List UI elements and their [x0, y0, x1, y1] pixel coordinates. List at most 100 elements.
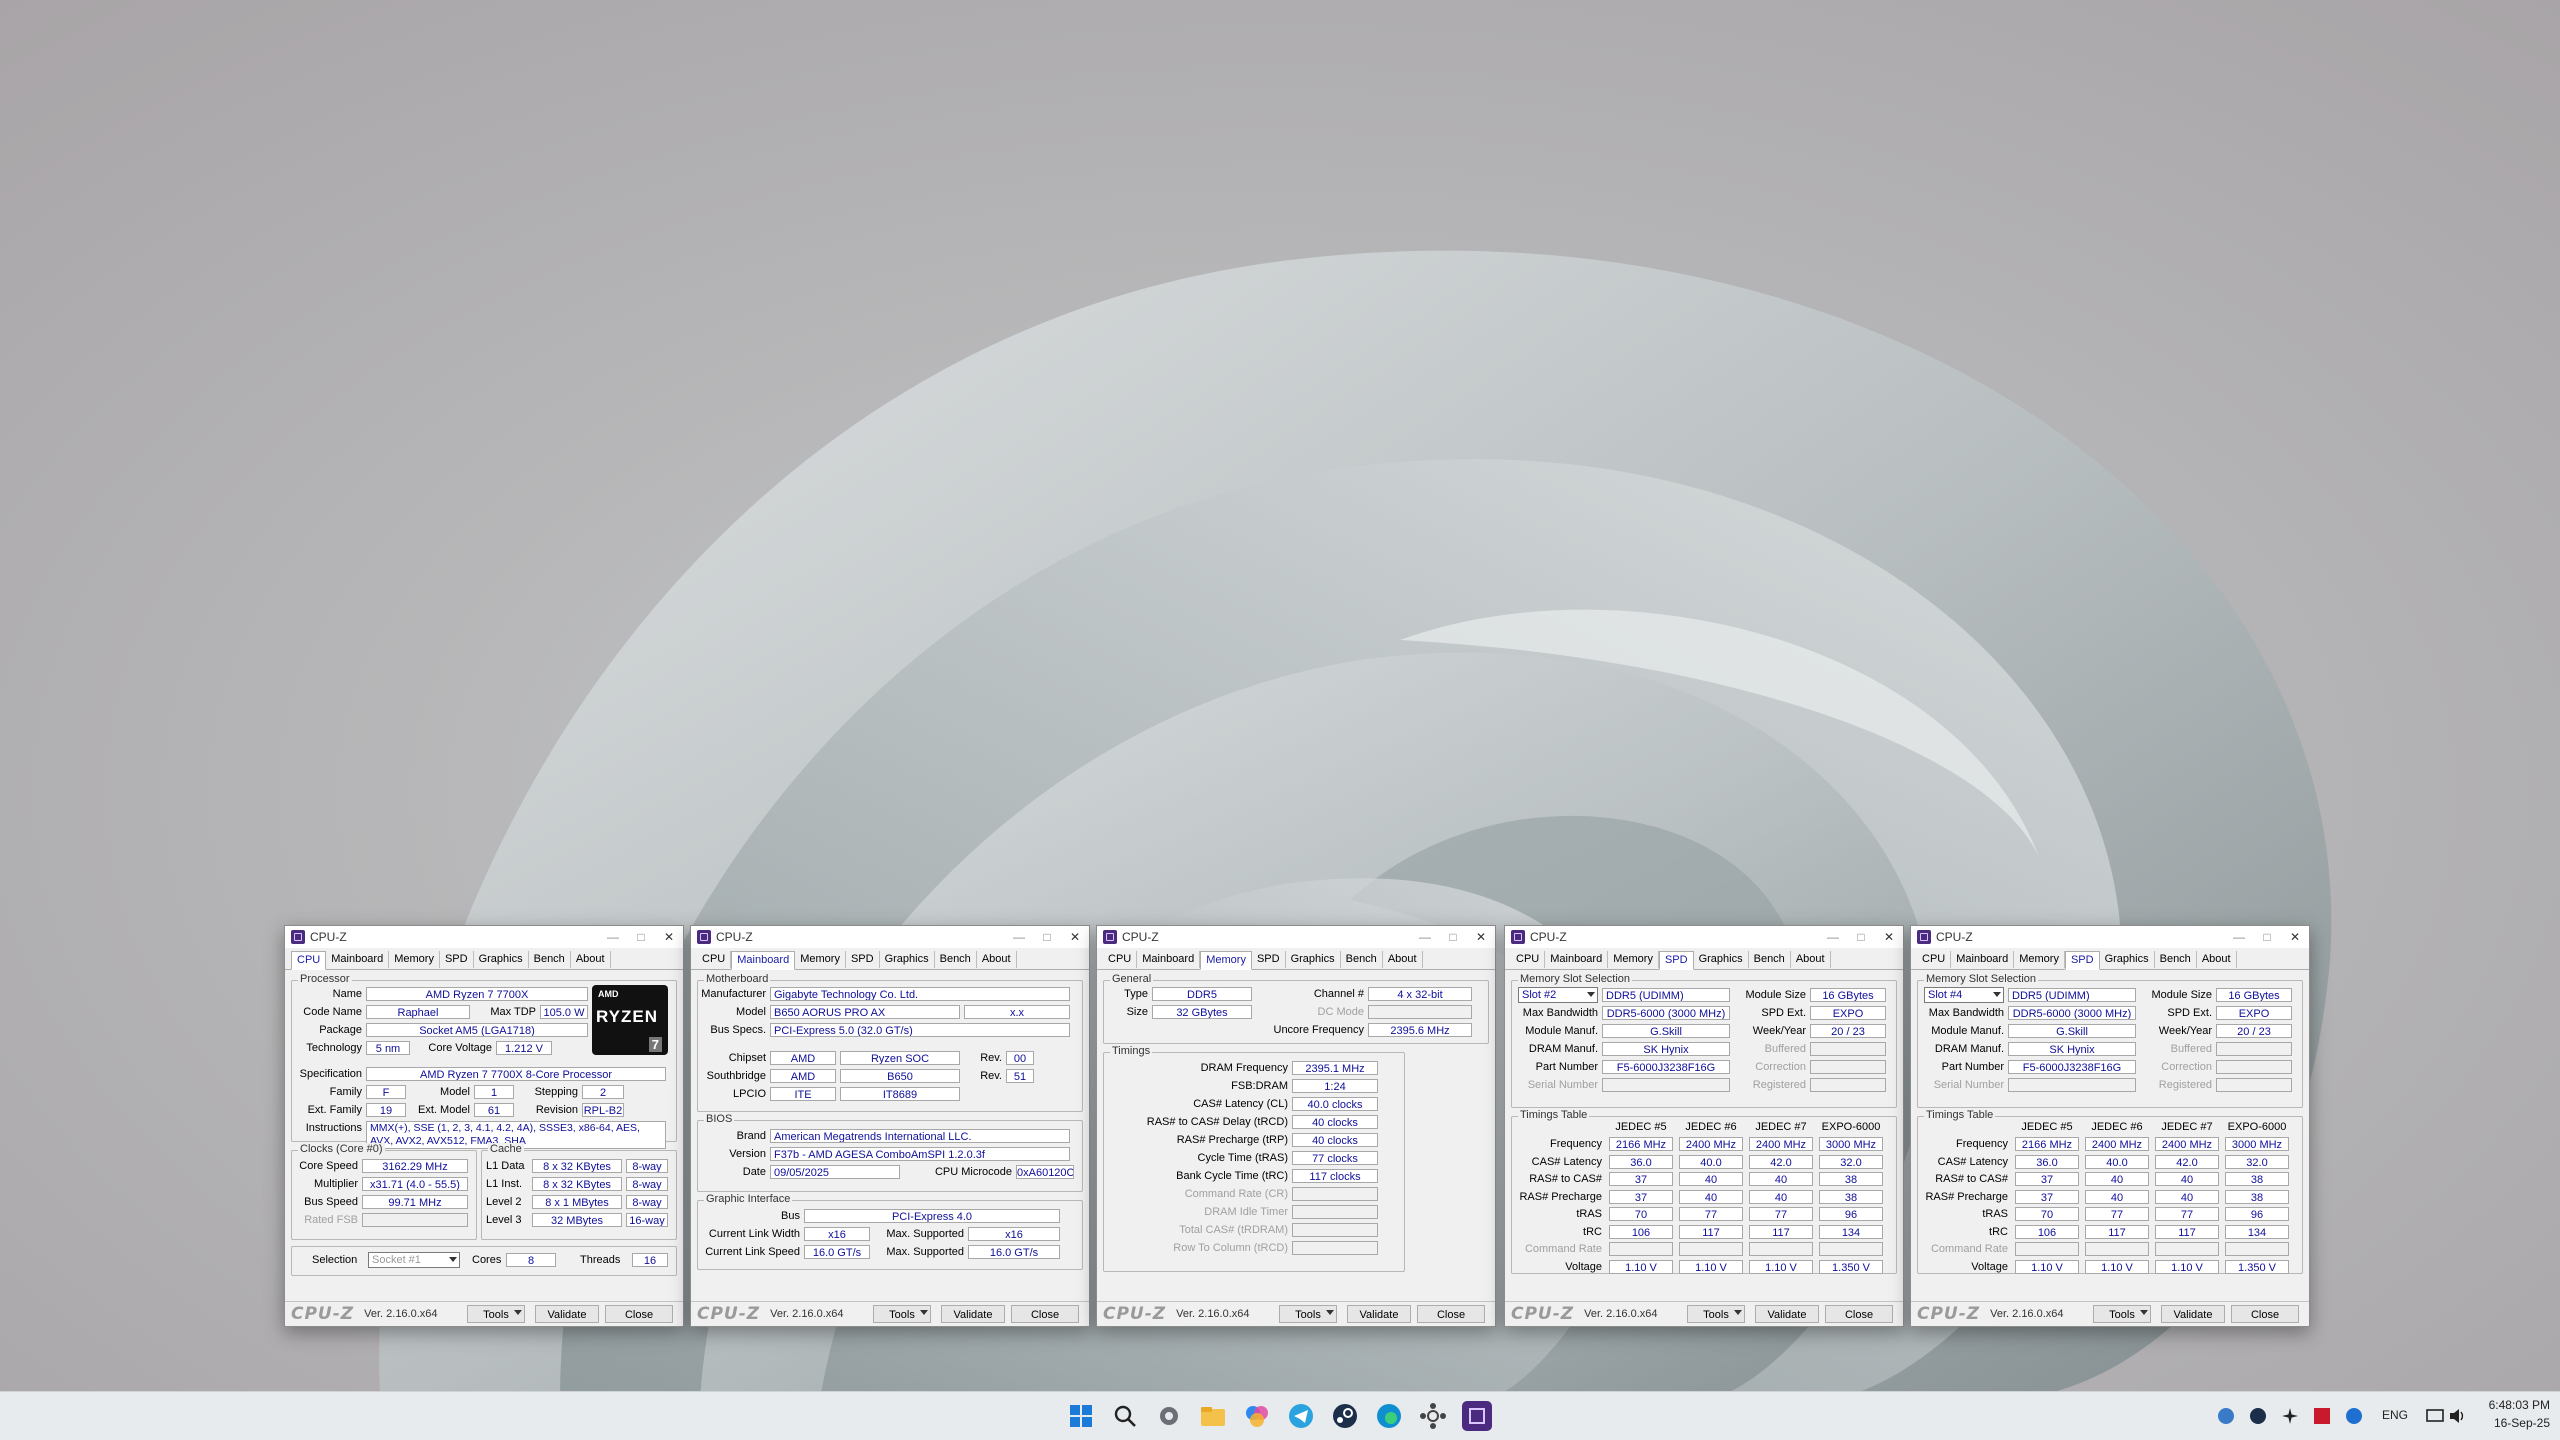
tab-about[interactable]: About: [1791, 951, 1831, 968]
title-bar[interactable]: CPU-Z — □ ✕: [285, 926, 683, 948]
maximize-icon[interactable]: □: [1439, 926, 1467, 948]
edge-icon[interactable]: [1374, 1401, 1404, 1431]
tab-cpu[interactable]: CPU: [1103, 951, 1138, 968]
maximize-icon[interactable]: □: [627, 926, 655, 948]
tab-about[interactable]: About: [2197, 951, 2237, 968]
tab-mainboard[interactable]: Mainboard: [731, 951, 796, 970]
tab-cpu[interactable]: CPU: [291, 951, 327, 970]
tab-graphics[interactable]: Graphics: [2100, 951, 2155, 968]
cpuz-window-memory[interactable]: CPU-Z — □ ✕ CPU Mainboard Memory SPD Gra…: [1096, 925, 1496, 1327]
validate-button[interactable]: Validate: [1755, 1305, 1819, 1323]
language-indicator[interactable]: ENG: [2382, 1408, 2408, 1422]
socket-select[interactable]: Socket #1: [368, 1252, 460, 1268]
tab-about[interactable]: About: [571, 951, 611, 968]
close-icon[interactable]: ✕: [1875, 926, 1903, 948]
settings-icon[interactable]: [1154, 1401, 1184, 1431]
tab-about[interactable]: About: [1383, 951, 1423, 968]
cpuz-window-spd-slot-2[interactable]: CPU-Z — □ ✕ CPU Mainboard Memory SPD Gra…: [1504, 925, 1904, 1327]
clock-date[interactable]: 16-Sep-25: [2480, 1416, 2550, 1430]
validate-button[interactable]: Validate: [535, 1305, 599, 1323]
search-icon[interactable]: [1110, 1401, 1140, 1431]
tab-spd[interactable]: SPD: [846, 951, 880, 968]
maximize-icon[interactable]: □: [2253, 926, 2281, 948]
minimize-icon[interactable]: —: [1411, 926, 1439, 948]
title-bar[interactable]: CPU-Z — □ ✕: [1097, 926, 1495, 948]
volume-icon[interactable]: [2446, 1405, 2468, 1427]
tab-bench[interactable]: Bench: [1341, 951, 1383, 968]
tab-cpu[interactable]: CPU: [1917, 951, 1952, 968]
close-icon[interactable]: ✕: [655, 926, 683, 948]
title-bar[interactable]: CPU-Z — □ ✕: [691, 926, 1089, 948]
cpuz-icon[interactable]: [1462, 1401, 1492, 1431]
tab-spd[interactable]: SPD: [1252, 951, 1286, 968]
tools-button[interactable]: Tools: [1279, 1305, 1337, 1323]
file-explorer-icon[interactable]: [1198, 1401, 1228, 1431]
tab-spd[interactable]: SPD: [440, 951, 474, 968]
maximize-icon[interactable]: □: [1033, 926, 1061, 948]
tab-graphics[interactable]: Graphics: [880, 951, 935, 968]
app-tray-icon[interactable]: [2311, 1405, 2333, 1427]
wifi-icon[interactable]: [2424, 1405, 2446, 1427]
telegram-icon[interactable]: [1286, 1401, 1316, 1431]
minimize-icon[interactable]: —: [1819, 926, 1847, 948]
steam-icon[interactable]: [1330, 1401, 1360, 1431]
tab-memory[interactable]: Memory: [1200, 951, 1252, 970]
minimize-icon[interactable]: —: [2225, 926, 2253, 948]
title-bar[interactable]: CPU-Z — □ ✕: [1505, 926, 1903, 948]
clock-time[interactable]: 6:48:03 PM: [2480, 1398, 2550, 1412]
validate-button[interactable]: Validate: [1347, 1305, 1411, 1323]
tab-bench[interactable]: Bench: [1749, 951, 1791, 968]
close-icon[interactable]: ✕: [1061, 926, 1089, 948]
minimize-icon[interactable]: —: [599, 926, 627, 948]
fan-tray-icon[interactable]: [2279, 1405, 2301, 1427]
close-icon[interactable]: ✕: [1467, 926, 1495, 948]
tab-spd[interactable]: SPD: [2064, 951, 2100, 970]
tab-mainboard[interactable]: Mainboard: [1545, 951, 1609, 968]
tab-bench[interactable]: Bench: [935, 951, 977, 968]
tools-button[interactable]: Tools: [2093, 1305, 2151, 1323]
tab-mainboard[interactable]: Mainboard: [326, 951, 390, 968]
tools-button[interactable]: Tools: [467, 1305, 525, 1323]
tab-memory[interactable]: Memory: [2014, 951, 2065, 968]
validate-button[interactable]: Validate: [2161, 1305, 2225, 1323]
maximize-icon[interactable]: □: [1847, 926, 1875, 948]
tab-spd[interactable]: SPD: [1658, 951, 1694, 970]
title-bar[interactable]: CPU-Z — □ ✕: [1911, 926, 2309, 948]
close-button[interactable]: Close: [2231, 1305, 2299, 1323]
tab-bench[interactable]: Bench: [2155, 951, 2197, 968]
tab-mainboard[interactable]: Mainboard: [1137, 951, 1201, 968]
cpuz-window-mainboard[interactable]: CPU-Z — □ ✕ CPU Mainboard Memory SPD Gra…: [690, 925, 1090, 1327]
network-app-icon[interactable]: [2215, 1405, 2237, 1427]
validate-button[interactable]: Validate: [941, 1305, 1005, 1323]
cpuz-window-spd-slot-4[interactable]: CPU-Z — □ ✕ CPU Mainboard Memory SPD Gra…: [1910, 925, 2310, 1327]
slot-select[interactable]: Slot #2: [1518, 987, 1598, 1003]
cpuz-window-cpu[interactable]: CPU-Z — □ ✕ CPU Mainboard Memory SPD Gra…: [284, 925, 684, 1327]
tab-cpu[interactable]: CPU: [697, 951, 732, 968]
timings-cell: 117: [2085, 1224, 2149, 1239]
tab-memory[interactable]: Memory: [389, 951, 440, 968]
windows-start-icon[interactable]: [1066, 1401, 1096, 1431]
tab-graphics[interactable]: Graphics: [474, 951, 529, 968]
tools-button[interactable]: Tools: [1687, 1305, 1745, 1323]
close-button[interactable]: Close: [1417, 1305, 1485, 1323]
tab-mainboard[interactable]: Mainboard: [1951, 951, 2015, 968]
security-tray-icon[interactable]: [2343, 1405, 2365, 1427]
tools-button[interactable]: Tools: [873, 1305, 931, 1323]
copilot-icon[interactable]: [1242, 1401, 1272, 1431]
tab-memory[interactable]: Memory: [795, 951, 846, 968]
tab-graphics[interactable]: Graphics: [1286, 951, 1341, 968]
minimize-icon[interactable]: —: [1005, 926, 1033, 948]
cpu-name-value: AMD Ryzen 7 7700X: [366, 987, 588, 1001]
tab-bench[interactable]: Bench: [529, 951, 571, 968]
steam-tray-icon[interactable]: [2247, 1405, 2269, 1427]
close-icon[interactable]: ✕: [2281, 926, 2309, 948]
tab-graphics[interactable]: Graphics: [1694, 951, 1749, 968]
tab-cpu[interactable]: CPU: [1511, 951, 1546, 968]
close-button[interactable]: Close: [605, 1305, 673, 1323]
close-button[interactable]: Close: [1011, 1305, 1079, 1323]
tab-memory[interactable]: Memory: [1608, 951, 1659, 968]
slot-select[interactable]: Slot #4: [1924, 987, 2004, 1003]
close-button[interactable]: Close: [1825, 1305, 1893, 1323]
hwinfo-icon[interactable]: [1418, 1401, 1448, 1431]
tab-about[interactable]: About: [977, 951, 1017, 968]
